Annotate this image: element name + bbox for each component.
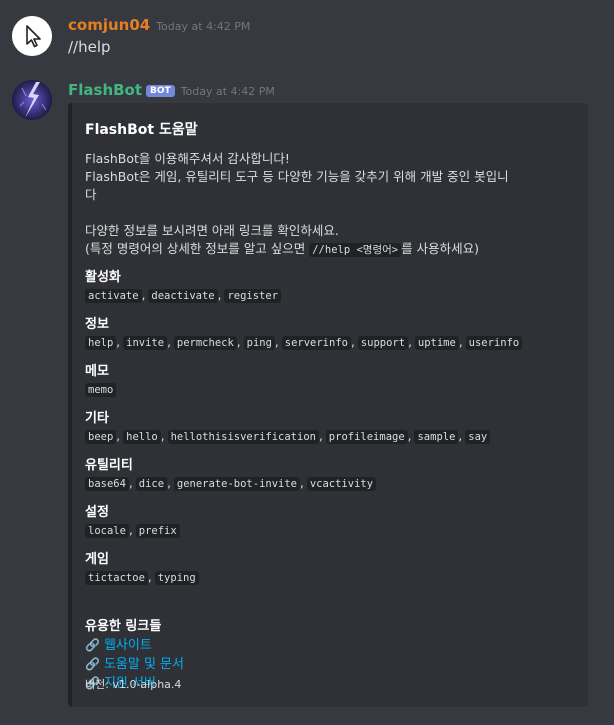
field-name: 기타 <box>85 411 109 426</box>
embed-field: 메모 memo <box>85 360 117 400</box>
embed-footer: 버전: v1.0-alpha.4 <box>85 678 182 691</box>
links-title: 유용한 링크들 <box>85 619 162 634</box>
description-line <box>85 204 585 222</box>
command-code: locale <box>85 524 129 538</box>
comma-separator: , <box>128 476 133 490</box>
comma-separator: , <box>318 429 323 443</box>
field-name: 설정 <box>85 505 109 520</box>
avatar[interactable] <box>12 16 52 56</box>
command-code: serverinfo <box>281 336 351 350</box>
command-code: hello <box>123 430 161 444</box>
description-line: 다 <box>85 187 97 202</box>
comma-separator: , <box>458 335 463 349</box>
command-code: prefix <box>135 524 180 538</box>
command-code: say <box>465 430 491 444</box>
description-line: FlashBot은 게임, 유틸리티 도구 등 다양한 기능을 갖추기 위해 개… <box>85 169 509 184</box>
message-header: comjun04 Today at 4:42 PM <box>68 15 250 34</box>
comma-separator: , <box>167 335 171 349</box>
bot-badge: BOT <box>146 85 175 97</box>
field-name: 정보 <box>85 317 109 332</box>
field-value: beep, hello, hellothisisverification, profi… <box>85 426 491 447</box>
message-text: //help <box>68 38 111 56</box>
command-code: userinfo <box>465 336 523 350</box>
comma-separator: , <box>350 335 355 349</box>
message-header: FlashBot BOT Today at 4:42 PM <box>68 80 275 99</box>
command-code: beep <box>85 430 117 444</box>
username[interactable]: comjun04 <box>68 16 150 34</box>
timestamp: Today at 4:42 PM <box>156 20 251 33</box>
link-icon: 🔗 <box>85 657 100 671</box>
field-value: memo <box>85 379 117 400</box>
command-code: tictactoe <box>85 571 148 585</box>
embed-description: FlashBot을 이용해주셔서 감사합니다! FlashBot은 게임, 유틸… <box>85 150 585 258</box>
command-code: deactivate <box>148 289 218 303</box>
command-code: permcheck <box>173 336 237 350</box>
field-value: tictactoe, typing <box>85 567 199 588</box>
comma-separator: , <box>458 429 463 443</box>
command-code: dice <box>135 477 168 491</box>
description-line: (특정 명령어의 상세한 정보를 알고 싶으면 //help <명령어> 를 사용… <box>85 240 585 258</box>
field-value: base64, dice, generate-bot-invite, vcactivi… <box>85 473 377 494</box>
embed-field: 기타 beep, hello, hellothisisverification, pro… <box>85 407 491 447</box>
command-code: ping <box>243 336 275 350</box>
embed-title: FlashBot 도움말 <box>85 122 198 138</box>
comma-separator: , <box>274 335 279 349</box>
comma-separator: , <box>408 335 412 349</box>
embed-field: 게임 tictactoe, typing <box>85 548 199 588</box>
embed-field: 활성화 activate, deactivate, register <box>85 266 282 306</box>
embed-field: 설정 locale, prefix <box>85 501 180 541</box>
field-name: 유틸리티 <box>85 458 133 473</box>
help-embed: FlashBot 도움말 FlashBot을 이용해주셔서 감사합니다! Fla… <box>68 103 588 707</box>
field-name: 게임 <box>85 552 109 567</box>
link-label[interactable]: 웹사이트 <box>104 638 152 653</box>
comma-separator: , <box>407 429 412 443</box>
link-icon: 🔗 <box>85 638 100 652</box>
comma-separator: , <box>116 335 121 349</box>
command-code: support <box>357 336 409 350</box>
command-code: typing <box>154 571 199 585</box>
command-code: sample <box>414 430 459 444</box>
username[interactable]: FlashBot <box>68 81 142 99</box>
comma-separator: , <box>147 570 152 584</box>
command-code: uptime <box>414 336 459 350</box>
command-code: generate-bot-invite <box>173 477 300 491</box>
inline-code: //help <명령어> <box>309 243 402 257</box>
comma-separator: , <box>141 288 146 302</box>
field-value: locale, prefix <box>85 520 180 541</box>
command-code: register <box>224 289 282 303</box>
description-text: 를 사용하세요) <box>401 241 479 256</box>
comma-separator: , <box>300 476 304 490</box>
command-code: hellothisisverification <box>167 430 319 444</box>
command-code: memo <box>85 383 117 397</box>
link-website[interactable]: 🔗 웹사이트 <box>85 634 184 653</box>
field-value: help, invite, permcheck, ping, serverinfo, su… <box>85 332 523 353</box>
command-code: base64 <box>85 477 129 491</box>
comma-separator: , <box>236 335 241 349</box>
lightning-icon <box>12 80 52 120</box>
link-label[interactable]: 도움말 및 문서 <box>104 657 184 672</box>
comma-separator: , <box>217 288 222 302</box>
comma-separator: , <box>160 429 165 443</box>
description-text: (특정 명령어의 상세한 정보를 알고 싶으면 <box>85 241 306 256</box>
command-code: profileimage <box>325 430 408 444</box>
field-name: 활성화 <box>85 270 121 285</box>
comma-separator: , <box>167 476 171 490</box>
timestamp: Today at 4:42 PM <box>180 85 275 98</box>
field-name: 메모 <box>85 364 109 379</box>
field-value: activate, deactivate, register <box>85 285 282 306</box>
command-code: activate <box>85 289 142 303</box>
description-line: FlashBot을 이용해주셔서 감사합니다! <box>85 151 290 166</box>
description-line: 다양한 정보를 보시려면 아래 링크를 확인하세요. <box>85 223 339 238</box>
comma-separator: , <box>128 523 133 537</box>
cursor-arrow-icon <box>12 16 52 56</box>
command-code: help <box>85 336 117 350</box>
comma-separator: , <box>116 429 121 443</box>
command-code: invite <box>123 336 168 350</box>
embed-field: 정보 help, invite, permcheck, ping, serverinfo,… <box>85 313 523 353</box>
command-code: vcactivity <box>306 477 377 491</box>
embed-field: 유틸리티 base64, dice, generate-bot-invite, vcac… <box>85 454 377 494</box>
link-docs[interactable]: 🔗 도움말 및 문서 <box>85 653 184 672</box>
avatar[interactable] <box>12 80 52 120</box>
